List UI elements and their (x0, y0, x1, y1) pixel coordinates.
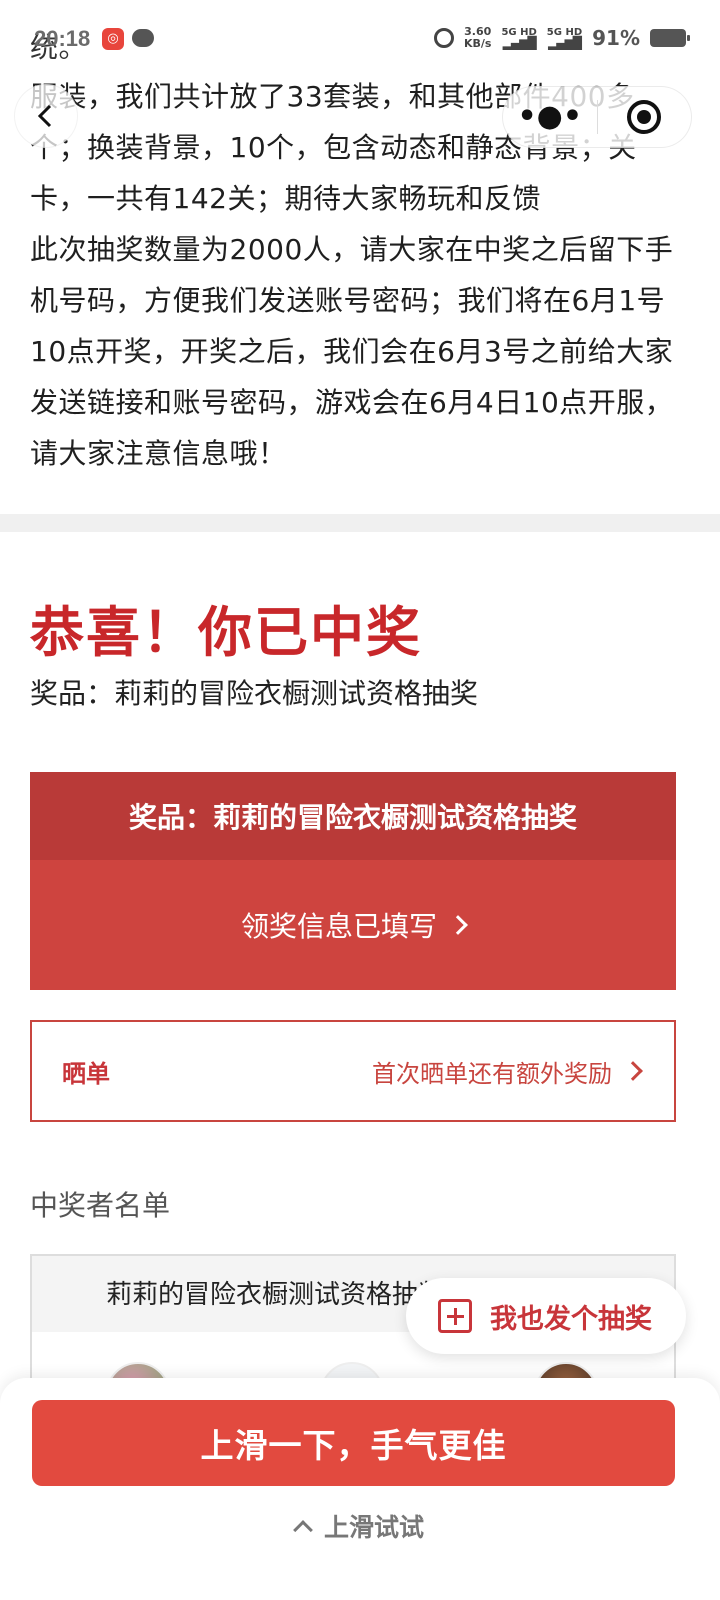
swipe-up-hint[interactable]: 上滑试试 (0, 1508, 720, 1544)
create-lottery-label: 我也发个抽奖 (490, 1303, 652, 1335)
create-lottery-button[interactable]: 我也发个抽奖 (406, 1278, 686, 1354)
chevron-right-icon (623, 1061, 643, 1081)
share-order-label: 晒单 (62, 1059, 110, 1088)
status-indicators: 3.60 KB/s 5G HD ▂▄▆█ 5G HD ▂▄▆█ 91% (433, 26, 690, 50)
close-mini-program-button[interactable] (598, 100, 692, 134)
status-bar: 20:18 ◎ 3.60 KB/s 5G HD ▂▄▆█ 5G HD ▂▄▆█ 91… (0, 18, 720, 64)
network-speed: 3.60 KB/s (464, 26, 491, 50)
status-time: 20:18 (34, 26, 91, 51)
prize-description: 奖品：莉莉的冒险衣橱测试资格抽奖 (30, 677, 479, 710)
prize-card: 奖品：莉莉的冒险衣橱测试资格抽奖 领奖信息已填写 (30, 772, 676, 990)
netease-app-icon: ◎ (102, 28, 124, 50)
chat-bubble-icon (132, 29, 154, 47)
signal-2-icon: 5G HD ▂▄▆█ (546, 27, 583, 50)
network-speed-unit: KB/s (463, 37, 492, 50)
section-divider (0, 514, 720, 532)
announcement-text: 统。 服装，我们共计放了33套装，和其他部件400多个；换装背景，10个，包含动… (30, 0, 690, 479)
alarm-icon (433, 28, 454, 48)
claim-info-label: 领奖信息已填写 (240, 910, 437, 943)
article-paragraph-2: 此次抽奖数量为2000人，请大家在中奖之后留下手机号码，方便我们发送账号密码；我… (30, 233, 674, 470)
plus-square-icon (438, 1299, 472, 1333)
back-button[interactable] (14, 84, 78, 148)
share-bonus-hint: 首次晒单还有额外奖励 (372, 1054, 643, 1089)
winner-title: 恭喜！你已中奖 (30, 600, 422, 664)
chevron-left-icon (37, 104, 52, 128)
signal-1-icon: 5G HD ▂▄▆█ (501, 27, 537, 50)
swipe-up-cta-button[interactable]: 上滑一下，手气更佳 (32, 1400, 675, 1486)
swipe-up-hint-label: 上滑试试 (323, 1513, 424, 1542)
chevron-up-icon (293, 1520, 313, 1540)
battery-icon (650, 29, 690, 47)
mini-program-capsule: •●• (502, 86, 692, 148)
chevron-right-icon (448, 915, 468, 935)
target-icon (627, 100, 662, 134)
winners-list-title: 中奖者名单 (30, 1189, 171, 1222)
claim-info-button[interactable]: 领奖信息已填写 (30, 860, 676, 990)
bottom-sheet: 上滑一下，手气更佳 上滑试试 (0, 1378, 720, 1600)
share-order-row[interactable]: 晒单 首次晒单还有额外奖励 (30, 1020, 676, 1122)
more-menu-button[interactable]: •●• (503, 102, 597, 132)
share-bonus-text: 首次晒单还有额外奖励 (372, 1059, 612, 1088)
prize-card-header: 奖品：莉莉的冒险衣橱测试资格抽奖 (30, 772, 676, 860)
battery-percent: 91% (592, 26, 640, 50)
